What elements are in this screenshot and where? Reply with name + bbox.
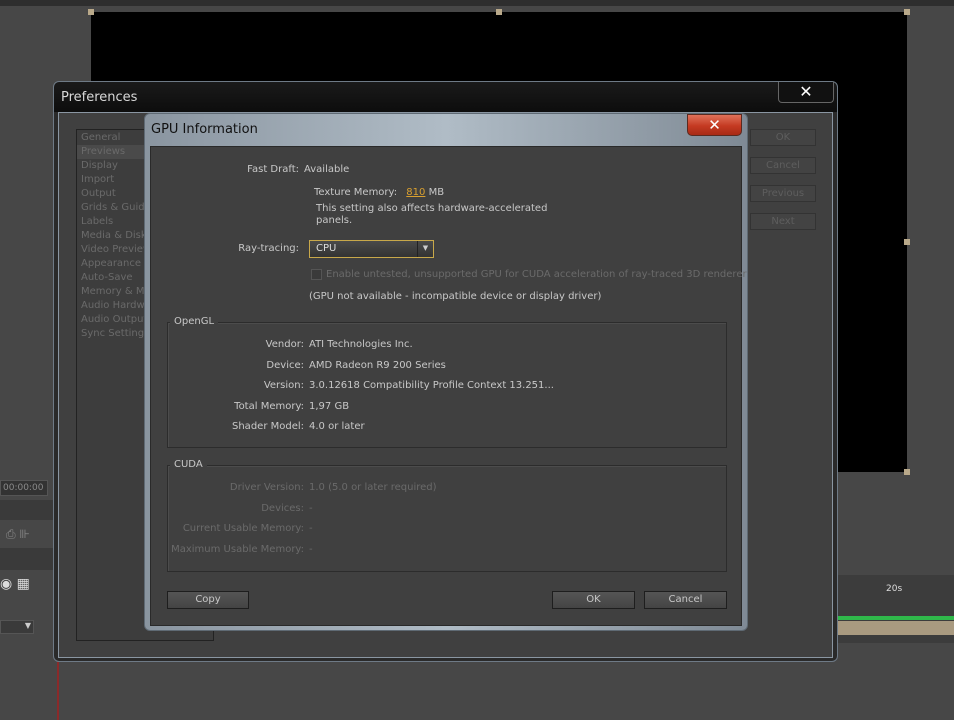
work-area-bar[interactable] — [838, 616, 954, 620]
handle[interactable] — [904, 469, 910, 475]
light-icon[interactable]: ◉ ▦ — [0, 576, 30, 592]
panel-bar — [0, 548, 56, 570]
ray-tracing-select[interactable]: CPU ▼ — [309, 240, 434, 258]
opengl-row-value: 4.0 or later — [309, 421, 365, 432]
dropdown[interactable]: ▼ — [0, 620, 34, 634]
dialog-title: GPU Information — [151, 122, 258, 137]
opengl-row-value: 3.0.12618 Compatibility Profile Context … — [309, 380, 554, 391]
opengl-row-label: Shader Model: — [232, 421, 304, 432]
ray-tracing-value: CPU — [316, 243, 337, 254]
cuda-checkbox-label: Enable untested, unsupported GPU for CUD… — [326, 269, 747, 280]
dialog-title: Preferences — [61, 90, 138, 105]
opengl-row-label: Vendor: — [265, 339, 304, 350]
ok-button[interactable]: OK — [552, 591, 635, 609]
close-button[interactable]: ✕ — [778, 82, 834, 103]
ray-tracing-label: Ray-tracing: — [238, 243, 299, 254]
timecode[interactable]: 00:00:00 — [0, 480, 48, 496]
cancel-button[interactable]: Cancel — [750, 157, 816, 174]
opengl-row-label: Total Memory: — [234, 400, 304, 412]
chevron-down-icon: ▼ — [24, 621, 31, 630]
close-button[interactable]: ✕ — [687, 114, 742, 136]
opengl-row-value: ATI Technologies Inc. — [309, 339, 413, 350]
cancel-button[interactable]: Cancel — [644, 591, 727, 609]
cuda-row-label: Devices: — [261, 502, 304, 514]
chevron-down-icon: ▼ — [417, 241, 433, 257]
texture-memory-unit: MB — [428, 187, 445, 198]
cuda-row-value: 1.0 (5.0 or later required) — [309, 482, 437, 493]
opengl-row-label: Version: — [263, 380, 304, 391]
gpu-information-dialog: GPU Information ✕ Fast Draft: Available … — [144, 113, 748, 631]
opengl-row-value: 1,97 GB — [309, 400, 350, 412]
layer-bar[interactable] — [838, 621, 954, 635]
next-button[interactable]: Next — [750, 213, 816, 230]
texture-memory: Texture Memory: 810 MB — [314, 187, 444, 198]
gpu-body: Fast Draft: Available Texture Memory: 81… — [150, 146, 747, 626]
close-icon: ✕ — [708, 116, 721, 134]
top-strip — [0, 0, 954, 6]
copy-button[interactable]: Copy — [167, 591, 249, 609]
texture-memory-label: Texture Memory: — [314, 187, 398, 198]
time-marker: 20s — [886, 584, 903, 594]
note-line: panels. — [316, 215, 353, 226]
handle[interactable] — [904, 239, 910, 245]
close-icon: ✕ — [799, 82, 813, 101]
opengl-title: OpenGL — [170, 316, 219, 327]
cuda-row-value: - — [309, 543, 313, 555]
texture-memory-value[interactable]: 810 — [406, 187, 425, 198]
toolbar-icons[interactable]: ⎙ ⊪ — [6, 527, 30, 542]
cuda-row-label: Driver Version: — [229, 482, 304, 493]
handle[interactable] — [904, 9, 910, 15]
handle[interactable] — [496, 9, 502, 15]
opengl-row-label: Device: — [266, 359, 304, 371]
note-line: This setting also affects hardware-accel… — [316, 203, 548, 214]
gpu-status: (GPU not available - incompatible device… — [309, 291, 602, 302]
ok-button[interactable]: OK — [750, 129, 816, 146]
previous-button[interactable]: Previous — [750, 185, 816, 202]
playhead[interactable] — [57, 662, 59, 720]
handle[interactable] — [88, 9, 94, 15]
cuda-row-label: Current Usable Memory: — [182, 523, 304, 534]
cuda-row-value: - — [309, 523, 313, 534]
cuda-row-label: Maximum Usable Memory: — [171, 543, 304, 555]
cuda-checkbox[interactable] — [311, 269, 322, 280]
opengl-row-value: AMD Radeon R9 200 Series — [309, 359, 446, 371]
cuda-row-value: - — [309, 502, 313, 514]
fast-draft-label: Fast Draft: — [247, 164, 299, 175]
panel-bar — [0, 500, 56, 520]
fast-draft-value: Available — [304, 164, 350, 175]
cuda-title: CUDA — [170, 459, 207, 470]
